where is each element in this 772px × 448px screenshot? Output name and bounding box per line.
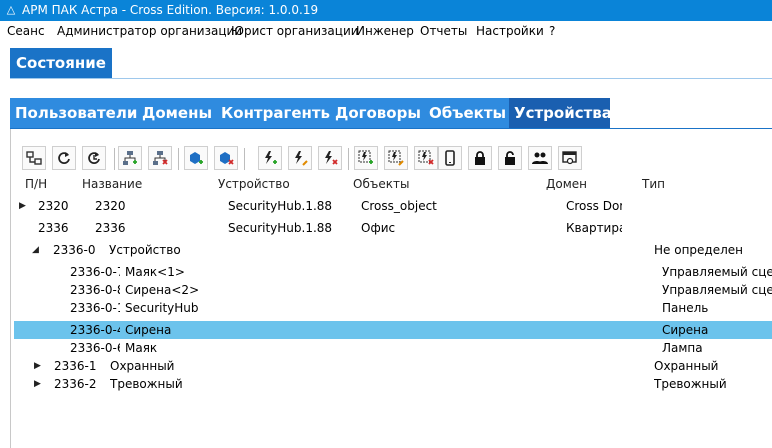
add-hierarchy-icon[interactable] [118,146,142,170]
mobile-icon[interactable] [438,146,462,170]
main-tabs: Пользователи Домены Контрагенты Договоры… [10,98,772,129]
menu-org-admin[interactable]: Администратор организации [57,21,242,41]
table-row[interactable]: 2336-0-8 Сирена<2> Управляемый сцена [14,281,772,299]
menu-org-lawyer[interactable]: Юрист организации [231,21,359,41]
add-power-icon[interactable] [258,146,282,170]
row-type: Тревожный [654,377,727,391]
row-pn: 2336-0-8 [70,283,120,297]
row-object: Cross_object [361,199,437,213]
column-header-domain[interactable]: Домен [546,177,587,191]
toolbar-separator [178,148,179,170]
row-type: Охранный [654,359,719,373]
row-type: Панель [662,301,709,315]
table-row[interactable]: ▶ 2336-1 Охранный Охранный [14,357,772,375]
remove-power-icon[interactable] [318,146,342,170]
row-name: Тревожный [110,377,183,391]
row-pn: 2336-0-7 [70,265,120,279]
row-name: 2320 [95,199,126,213]
row-pn: 2336-1 [54,359,97,373]
row-pn: 2336 [38,221,69,235]
add-device-icon[interactable] [184,146,208,170]
row-device: SecurityHub.1.88 [228,199,333,213]
row-name: 2336 [95,221,126,235]
row-pn: 2320 [38,199,69,213]
refresh-icon[interactable] [52,146,76,170]
expand-icon[interactable]: ▶ [34,357,44,375]
window-settings-icon[interactable] [558,146,582,170]
table-row[interactable]: ◢ 2336-0 Устройство 2 Не определен [14,241,772,259]
toolbar-separator [114,148,115,170]
row-type: Управляемый сцена [662,265,772,279]
tab-contractors[interactable]: Контрагенты [216,98,335,128]
menu-session[interactable]: Сеанс [7,21,45,41]
table-row[interactable]: 2336 2336 SecurityHub.1.88 Офис Квартира [14,219,772,237]
collapse-icon[interactable]: ◢ [32,241,42,259]
row-pn: 2336-0-4 [70,323,120,337]
column-header-objects[interactable]: Объекты [353,177,409,191]
add-scenario-icon[interactable] [354,146,378,170]
lock-icon[interactable] [468,146,492,170]
row-domain: Cross Dom [566,199,622,213]
table-row-selected[interactable]: 2336-0-4 Сирена Сирена [14,321,772,339]
state-panel: Состояние [10,48,772,79]
table-row[interactable]: 2336-0-1 SecurityHub Панель [14,299,772,317]
table-row[interactable]: ▶ 2336-2 Тревожный Тревожный [14,375,772,393]
tab-objects[interactable]: Объекты [424,98,514,128]
row-name: Охранный [110,359,175,373]
table-row[interactable]: ▶ 2320 2320 SecurityHub.1.88 Cross_objec… [14,197,772,215]
edit-scenario-icon[interactable] [384,146,408,170]
users-icon[interactable] [528,146,552,170]
unlock-icon[interactable] [498,146,522,170]
table-row[interactable]: 2336-0-7 Маяк<1> Управляемый сцена [14,263,772,281]
row-device: SecurityHub.1.88 [228,221,333,235]
row-type: Управляемый сцена [662,283,772,297]
row-name: Сирена [125,323,172,337]
tab-devices[interactable]: Устройства [509,98,612,128]
window-title: АРМ ПАК Астра - Cross Edition. Версия: 1… [22,3,319,17]
row-name: Маяк [125,341,158,355]
menu-bar: Сеанс Администратор организации Юрист ор… [0,21,772,41]
row-pn: 2336-2 [54,377,97,391]
menu-reports[interactable]: Отчеты [420,21,467,41]
row-type: Не определен [654,243,743,257]
device-network-icon[interactable] [22,146,46,170]
row-name: Сирена<2> [125,283,200,297]
column-header-pn[interactable]: П/Н [25,177,47,191]
row-pn: 2336-0 [53,243,96,257]
refresh-timer-icon[interactable] [82,146,106,170]
menu-engineer[interactable]: Инженер [356,21,414,41]
tab-contracts[interactable]: Договоры [330,98,429,128]
menu-settings[interactable]: Настройки [476,21,544,41]
row-name: Маяк<1> [125,265,185,279]
row-name: SecurityHub [125,301,199,315]
row-type: Лампа [662,341,703,355]
app-logo-icon: △ [6,3,16,16]
tab-users[interactable]: Пользователи [10,98,142,128]
remove-device-icon[interactable] [214,146,238,170]
row-pn: 2336-0-1 [70,301,120,315]
column-header-device[interactable]: Устройство [218,177,290,191]
row-pn: 2336-0-6 [70,341,120,355]
tab-domains[interactable]: Домены [137,98,221,128]
row-domain: Квартира [566,221,622,235]
menu-help[interactable]: ? [549,21,555,41]
expand-icon[interactable]: ▶ [19,197,29,215]
edit-power-icon[interactable] [288,146,312,170]
row-type: Сирена [662,323,709,337]
row-object: Офис [361,221,396,235]
tab-state[interactable]: Состояние [10,48,112,78]
row-name: Устройство 2 [109,243,181,257]
column-header-type[interactable]: Тип [642,177,665,191]
toolbar-separator [244,148,245,170]
column-header-name[interactable]: Название [82,177,142,191]
toolbar-separator [348,148,349,170]
table-row[interactable]: 2336-0-6 Маяк Лампа [14,339,772,357]
expand-icon[interactable]: ▶ [34,375,44,393]
remove-hierarchy-icon[interactable] [148,146,172,170]
title-bar: △ АРМ ПАК Астра - Cross Edition. Версия:… [0,0,772,21]
remove-scenario-icon[interactable] [414,146,438,170]
